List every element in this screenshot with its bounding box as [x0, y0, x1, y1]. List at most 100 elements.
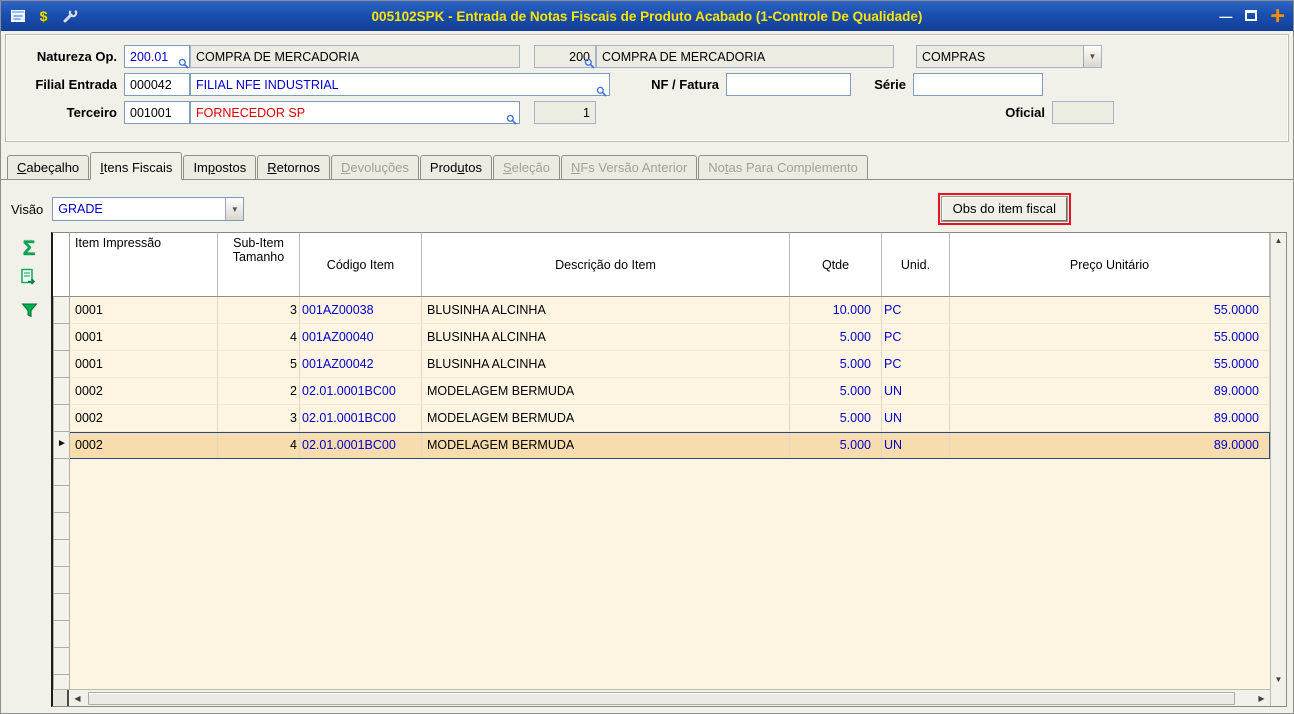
scroll-right-icon[interactable]: ▶	[1253, 690, 1270, 706]
sum-totals-icon[interactable]: Σ	[23, 238, 36, 259]
terceiro-desc-field[interactable]: FORNECEDOR SP	[190, 101, 520, 124]
cell-codigo: 001AZ00038	[300, 297, 422, 324]
nf-fatura-field[interactable]	[726, 73, 851, 96]
row-selector[interactable]	[53, 405, 70, 432]
title-bar: $ 005102SPK - Entrada de Notas Fiscais d…	[1, 1, 1293, 31]
filial-label: Filial Entrada	[12, 77, 124, 92]
visao-value: GRADE	[58, 202, 102, 216]
empty-row	[53, 486, 1270, 513]
row-selector	[53, 648, 70, 675]
tab-produtos[interactable]: Produtos	[420, 155, 492, 179]
filial-code-field[interactable]: 000042	[124, 73, 190, 96]
empty-row	[53, 459, 1270, 486]
row-selector	[53, 594, 70, 621]
cell-qtde: 10.000	[790, 297, 882, 324]
cell-preco: 89.0000	[950, 378, 1270, 405]
scroll-down-icon[interactable]: ▼	[1275, 675, 1283, 684]
cell-sub: 5	[218, 351, 300, 378]
oficial-label: Oficial	[1005, 105, 1052, 120]
minimize-button[interactable]: —	[1219, 10, 1232, 23]
row-selector[interactable]	[53, 378, 70, 405]
empty-row	[53, 540, 1270, 567]
row-selector[interactable]	[53, 351, 70, 378]
natureza-code-value: 200.01	[130, 50, 168, 64]
cell-item: 0001	[70, 297, 218, 324]
filial-code-value: 000042	[130, 78, 172, 92]
cell-item: 0002	[70, 432, 218, 459]
cell-qtde: 5.000	[790, 351, 882, 378]
natureza-desc2-field: COMPRA DE MERCADORIA	[596, 45, 894, 68]
vertical-scrollbar[interactable]: ▲ ▼	[1270, 233, 1286, 706]
table-row[interactable]: 0002302.01.0001BC00MODELAGEM BERMUDA5.00…	[53, 405, 1270, 432]
horizontal-scroll-thumb[interactable]	[88, 692, 1235, 705]
combo-dropdown-icon[interactable]: ▼	[225, 198, 243, 220]
grid-corner-cell	[53, 233, 70, 296]
tab-impostos[interactable]: Impostos	[183, 155, 256, 179]
column-header-cod[interactable]: Código Item	[300, 233, 422, 296]
cell-item: 0002	[70, 378, 218, 405]
lookup-magnifier-icon[interactable]	[596, 86, 607, 97]
lookup-magnifier-icon[interactable]	[506, 114, 517, 125]
horizontal-scrollbar[interactable]: ◀ ▶	[53, 689, 1270, 706]
tab-retornos[interactable]: Retornos	[257, 155, 330, 179]
natureza-desc-value: COMPRA DE MERCADORIA	[196, 50, 359, 64]
titlebar-toolbar: $	[9, 8, 109, 25]
grid-body: 00013001AZ00038BLUSINHA ALCINHA10.000PC5…	[53, 297, 1270, 689]
row-selector[interactable]	[53, 324, 70, 351]
empty-row	[53, 648, 1270, 675]
export-sheet-icon[interactable]	[20, 268, 38, 289]
table-row[interactable]: 00014001AZ00040BLUSINHA ALCINHA5.000PC55…	[53, 324, 1270, 351]
row-selector	[53, 567, 70, 594]
cell-codigo: 02.01.0001BC00	[300, 432, 422, 459]
column-header-item[interactable]: Item Impressão	[70, 233, 218, 296]
filial-desc-value: FILIAL NFE INDUSTRIAL	[196, 78, 339, 92]
row-selector	[53, 486, 70, 513]
wrench-icon[interactable]	[61, 8, 78, 25]
cell-unid: UN	[882, 432, 950, 459]
obs-item-fiscal-button[interactable]: Obs do item fiscal	[942, 197, 1067, 221]
cell-sub: 4	[218, 432, 300, 459]
column-header-preco[interactable]: Preço Unitário	[950, 233, 1270, 296]
empty-row	[53, 675, 1270, 689]
lookup-magnifier-icon[interactable]	[584, 58, 595, 69]
visao-select[interactable]: GRADE ▼	[52, 197, 244, 221]
form-icon[interactable]	[9, 8, 26, 25]
column-header-qtde[interactable]: Qtde	[790, 233, 882, 296]
tab-itens-fiscais[interactable]: Itens Fiscais	[90, 152, 182, 180]
window-controls: — +	[1185, 5, 1285, 27]
grid-toolbar: Visão GRADE ▼ Obs do item fiscal	[11, 193, 1283, 225]
terceiro-desc-value: FORNECEDOR SP	[196, 106, 305, 120]
cell-codigo: 001AZ00040	[300, 324, 422, 351]
scroll-left-icon[interactable]: ◀	[69, 690, 86, 706]
filial-desc-field[interactable]: FILIAL NFE INDUSTRIAL	[190, 73, 610, 96]
table-row[interactable]: 00013001AZ00038BLUSINHA ALCINHA10.000PC5…	[53, 297, 1270, 324]
money-icon[interactable]: $	[35, 8, 52, 25]
column-header-sub[interactable]: Sub-Item Tamanho	[218, 233, 300, 296]
table-row[interactable]: 0002202.01.0001BC00MODELAGEM BERMUDA5.00…	[53, 378, 1270, 405]
filial-row: Filial Entrada 000042 FILIAL NFE INDUSTR…	[12, 71, 1282, 98]
row-selector[interactable]	[53, 297, 70, 324]
maximize-button[interactable]	[1245, 10, 1257, 23]
lookup-magnifier-icon[interactable]	[178, 58, 189, 69]
terceiro-code-field[interactable]: 001001	[124, 101, 190, 124]
column-header-unid[interactable]: Unid.	[882, 233, 950, 296]
empty-row	[53, 621, 1270, 648]
items-grid: Item ImpressãoSub-Item TamanhoCódigo Ite…	[51, 232, 1287, 707]
tab-devolu-es: Devoluções	[331, 155, 419, 179]
tab-cabe-alho[interactable]: Cabeçalho	[7, 155, 89, 179]
cell-unid: PC	[882, 324, 950, 351]
natureza-code-field[interactable]: 200.01	[124, 45, 190, 68]
empty-row	[53, 567, 1270, 594]
serie-field[interactable]	[913, 73, 1043, 96]
column-header-desc[interactable]: Descrição do Item	[422, 233, 790, 296]
row-selector[interactable]: ►	[53, 432, 70, 459]
cell-preco: 89.0000	[950, 432, 1270, 459]
cell-preco: 89.0000	[950, 405, 1270, 432]
cell-unid: UN	[882, 378, 950, 405]
filter-funnel-icon[interactable]	[21, 302, 38, 322]
terceiro-code-value: 001001	[130, 106, 172, 120]
table-row[interactable]: 00015001AZ00042BLUSINHA ALCINHA5.000PC55…	[53, 351, 1270, 378]
scroll-up-icon[interactable]: ▲	[1275, 236, 1283, 245]
table-row[interactable]: ►0002402.01.0001BC00MODELAGEM BERMUDA5.0…	[53, 432, 1270, 459]
close-button[interactable]: +	[1270, 5, 1285, 27]
